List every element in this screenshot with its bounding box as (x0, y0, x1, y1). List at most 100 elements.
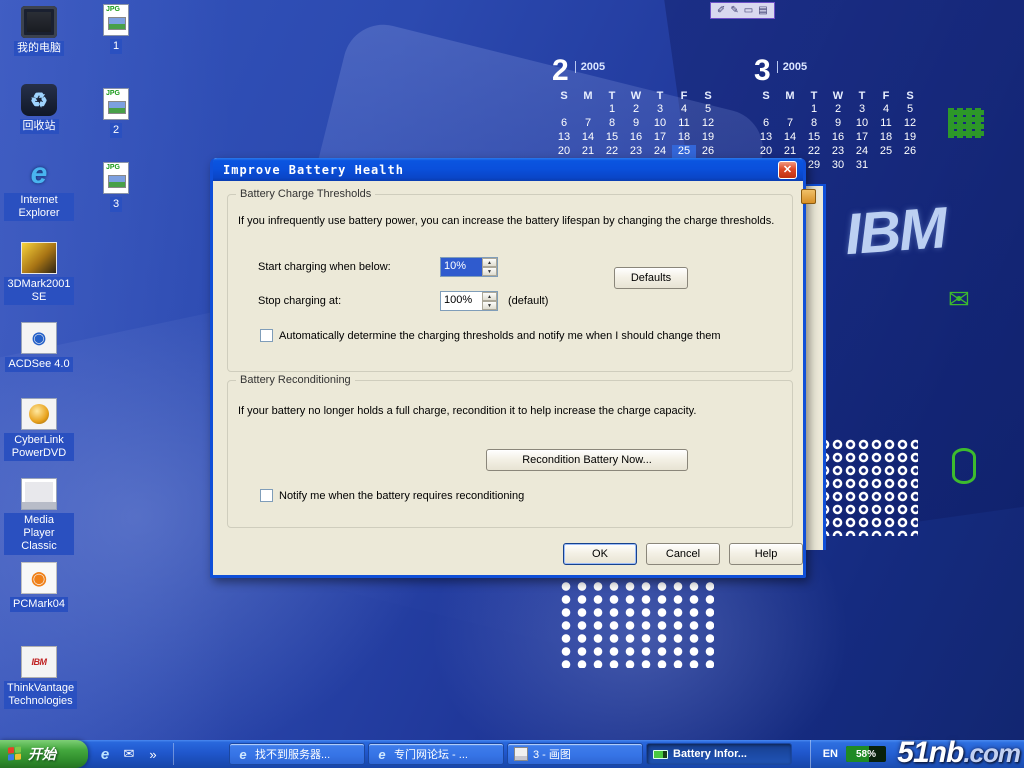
ok-button[interactable]: OK (563, 543, 637, 565)
panel-icon[interactable]: ▤ (758, 6, 767, 16)
pencil-icon[interactable]: ✎ (730, 6, 738, 16)
task-button-battery-information[interactable]: Battery Infor... (646, 743, 792, 765)
desktop-icon-internet-explorer[interactable]: e Internet Explorer (4, 158, 74, 221)
calendar-day: 10 (648, 117, 672, 130)
calendar-day: 7 (576, 117, 600, 130)
notify-recondition-checkbox-row[interactable]: Notify me when the battery requires reco… (260, 489, 780, 502)
start-charging-value[interactable]: 10% (441, 258, 482, 276)
icon-label: ThinkVantage Technologies (4, 681, 77, 709)
eraser-icon[interactable]: ▭ (744, 6, 753, 16)
my-computer-icon (21, 6, 57, 38)
task-button-forum[interactable]: e 专门网论坛 - ... (368, 743, 504, 765)
calendar-day: 6 (552, 117, 576, 130)
calendar-weekday: T (648, 90, 672, 102)
calendar-weekday: T (850, 90, 874, 102)
background-window-button[interactable] (801, 189, 816, 204)
calendar-day (552, 103, 576, 116)
calendar-day: 18 (874, 131, 898, 144)
thinkvantage-icon: IBM (21, 646, 57, 678)
language-indicator[interactable]: EN (823, 748, 838, 760)
task-button-server-not-found[interactable]: e 找不到服务器... (229, 743, 365, 765)
desktop-icon-pcmark04[interactable]: ◉ PCMark04 (4, 562, 74, 612)
stop-charging-spinner[interactable]: 100% ▲ ▼ (440, 291, 498, 311)
group-title: Battery Reconditioning (236, 374, 355, 386)
group-title: Battery Charge Thresholds (236, 188, 375, 200)
calendar-weekday: W (624, 90, 648, 102)
auto-determine-checkbox[interactable] (260, 329, 273, 342)
chevron-right-icon[interactable]: » (144, 745, 162, 763)
calendar-day: 23 (826, 145, 850, 158)
auto-determine-checkbox-row[interactable]: Automatically determine the charging thr… (260, 329, 780, 342)
dialog-titlebar[interactable]: Improve Battery Health ✕ (213, 158, 803, 181)
calendar-month: 3 (754, 56, 771, 86)
spinner-up-icon[interactable]: ▲ (482, 258, 497, 267)
calendar-weekday: S (754, 90, 778, 102)
calendar-day: 3 (850, 103, 874, 116)
help-button[interactable]: Help (729, 543, 803, 565)
calendar-day: 14 (778, 131, 802, 144)
desktop-icon-recycle-bin[interactable]: ♻ 回收站 (4, 84, 74, 134)
3dmark-icon (21, 242, 57, 274)
auto-determine-checkbox-label: Automatically determine the charging thr… (279, 330, 720, 342)
recondition-battery-button[interactable]: Recondition Battery Now... (486, 449, 688, 471)
improve-battery-health-dialog: Improve Battery Health ✕ Battery Charge … (210, 158, 806, 578)
start-charging-spinner[interactable]: 10% ▲ ▼ (440, 257, 498, 277)
icon-label: PCMark04 (10, 597, 68, 612)
calendar-day (898, 159, 922, 172)
calendar-day: 2 (826, 103, 850, 116)
start-button[interactable]: 开始 (0, 740, 88, 768)
desktop-icon-acdsee[interactable]: ◉ ACDSee 4.0 (4, 322, 74, 372)
calendar-day: 4 (874, 103, 898, 116)
acdsee-icon: ◉ (21, 322, 57, 354)
calendar-day: 22 (600, 145, 624, 158)
defaults-button[interactable]: Defaults (614, 267, 688, 289)
desktop-icon-powerdvd[interactable]: CyberLink PowerDVD (4, 398, 74, 461)
calendar-day: 1 (600, 103, 624, 116)
mail-icon[interactable]: ✉ (120, 745, 138, 763)
jpg-file-icon: JPG (103, 4, 129, 36)
calendar-day: 26 (696, 145, 720, 158)
calendar-day: 8 (802, 117, 826, 130)
calendar-day: 15 (600, 131, 624, 144)
calendar-day: 19 (898, 131, 922, 144)
calendar-day (874, 159, 898, 172)
desktop-icon-jpg-1[interactable]: JPG 1 (84, 4, 148, 54)
internet-explorer-icon[interactable]: e (96, 745, 114, 763)
desktop-icon-thinkvantage[interactable]: IBM ThinkVantage Technologies (4, 646, 74, 709)
desktop-icon-media-player-classic[interactable]: Media Player Classic (4, 478, 74, 555)
ibm-logo: IBM (843, 191, 998, 271)
stop-charging-value[interactable]: 100% (441, 292, 482, 310)
desktop-icon-jpg-3[interactable]: JPG 3 (84, 162, 148, 212)
spinner-down-icon[interactable]: ▼ (482, 301, 497, 310)
pen-icon[interactable]: ✐ (717, 6, 725, 16)
calendar-weekday: T (600, 90, 624, 102)
calendar-weekday: S (898, 90, 922, 102)
desktop-icon-3dmark2001[interactable]: 3DMark2001 SE (4, 242, 74, 305)
calendar-day: 13 (754, 131, 778, 144)
spinner-up-icon[interactable]: ▲ (482, 292, 497, 301)
battery-status-indicator[interactable]: 58% (846, 746, 886, 762)
media-player-classic-icon (21, 478, 57, 510)
taskbar: 开始 e ✉ » e 找不到服务器... e 专门网论坛 - ... 3 - 画… (0, 740, 1024, 768)
task-button-paint[interactable]: 3 - 画图 (507, 743, 643, 765)
calendar-day: 12 (696, 117, 720, 130)
calendar-day: 12 (898, 117, 922, 130)
icon-label: 3 (110, 197, 122, 212)
calendar-day: 26 (898, 145, 922, 158)
calendar-day: 10 (850, 117, 874, 130)
calendar-day: 11 (874, 117, 898, 130)
cancel-button[interactable]: Cancel (646, 543, 720, 565)
desktop: 2 2005 SMTWTFS12345678910111213141516171… (0, 0, 1024, 768)
calendar-day: 14 (576, 131, 600, 144)
desktop-icon-my-computer[interactable]: 我的电脑 (4, 6, 74, 56)
notify-recondition-checkbox[interactable] (260, 489, 273, 502)
desktop-icon-jpg-2[interactable]: JPG 2 (84, 88, 148, 138)
close-icon[interactable]: ✕ (778, 161, 797, 179)
spinner-down-icon[interactable]: ▼ (482, 267, 497, 276)
calendar-day: 20 (552, 145, 576, 158)
jpg-file-icon: JPG (103, 88, 129, 120)
calendar-day: 5 (898, 103, 922, 116)
floating-toolbar[interactable]: ✐ ✎ ▭ ▤ (710, 2, 775, 19)
default-note: (default) (508, 295, 548, 307)
battery-reconditioning-group: Battery Reconditioning If your battery n… (227, 380, 793, 528)
